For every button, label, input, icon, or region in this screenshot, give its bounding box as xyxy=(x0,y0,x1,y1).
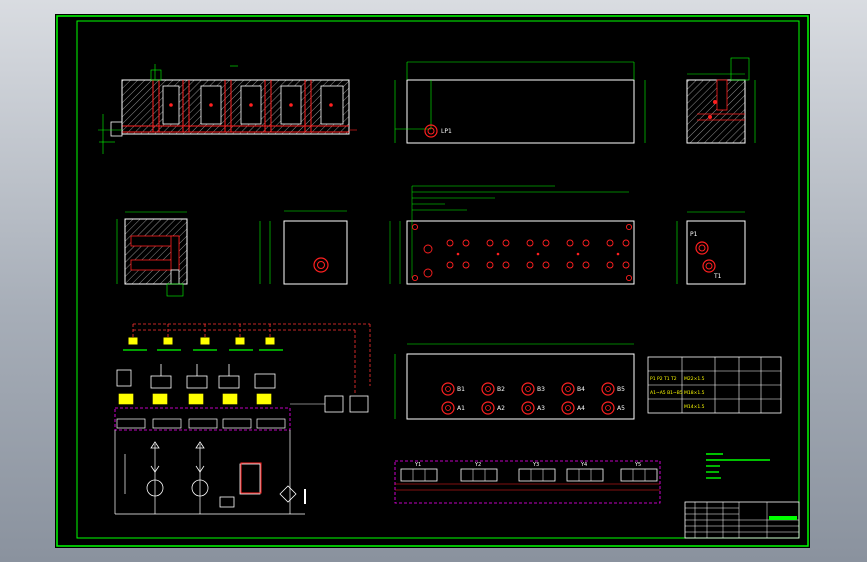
port-label-b5: B5 xyxy=(617,386,625,393)
table-cell: M22×1.5 xyxy=(684,376,705,382)
end-view-right: P1 T1 xyxy=(676,211,746,285)
notes-block xyxy=(706,453,770,479)
small-section-view xyxy=(116,211,188,297)
port-label-b1: B1 xyxy=(457,386,465,393)
port-label-b4: B4 xyxy=(577,386,585,393)
drawing-sheet: LP1 P1 T1 B1 B2 B3 B4 B5 A1 A2 A3 A4 A5 … xyxy=(55,14,810,548)
table-cell: M18×1.5 xyxy=(684,390,705,396)
title-block xyxy=(684,501,800,539)
table-cell: P1 P2 T1 T2 xyxy=(650,376,677,382)
port-label-a1: A1 xyxy=(457,405,465,412)
hydraulic-schematic xyxy=(114,323,371,515)
valve-label-y3: Y3 xyxy=(532,462,539,468)
plan-port-grid xyxy=(411,223,633,282)
port-label-a4: A4 xyxy=(577,405,585,412)
port-label-b3: B3 xyxy=(537,386,545,393)
port-layout-view: B1 B2 B3 B4 B5 A1 A2 A3 A4 A5 xyxy=(394,343,635,420)
side-port-label-p1: P1 xyxy=(690,231,698,238)
valve-stack-schematic: Y1 Y2 Y3 Y4 Y5 xyxy=(394,460,661,504)
top-plan-view xyxy=(389,185,635,285)
port-label-a2: A2 xyxy=(497,405,505,412)
parameter-table: P1 P2 T1 T2 M22×1.5 A1~A5 B1~B5 M18×1.5 … xyxy=(647,356,782,414)
valve-label-y2: Y2 xyxy=(474,462,481,468)
table-cell: A1~A5 B1~B5 xyxy=(650,390,683,396)
table-cell: M14×1.5 xyxy=(684,404,705,410)
port-label-b2: B2 xyxy=(497,386,505,393)
side-port-label-t1: T1 xyxy=(713,273,722,280)
front-view: LP1 xyxy=(394,61,646,144)
valve-label-y5: Y5 xyxy=(634,462,641,468)
port-label-a3: A3 xyxy=(537,405,545,412)
front-port-label: LP1 xyxy=(441,128,452,135)
valve-label-y1: Y1 xyxy=(414,462,421,468)
side-section-view xyxy=(686,57,756,144)
end-view-left xyxy=(259,210,348,285)
section-view-main xyxy=(98,64,357,154)
port-label-a5: A5 xyxy=(617,405,625,412)
valve-label-y4: Y4 xyxy=(580,462,587,468)
